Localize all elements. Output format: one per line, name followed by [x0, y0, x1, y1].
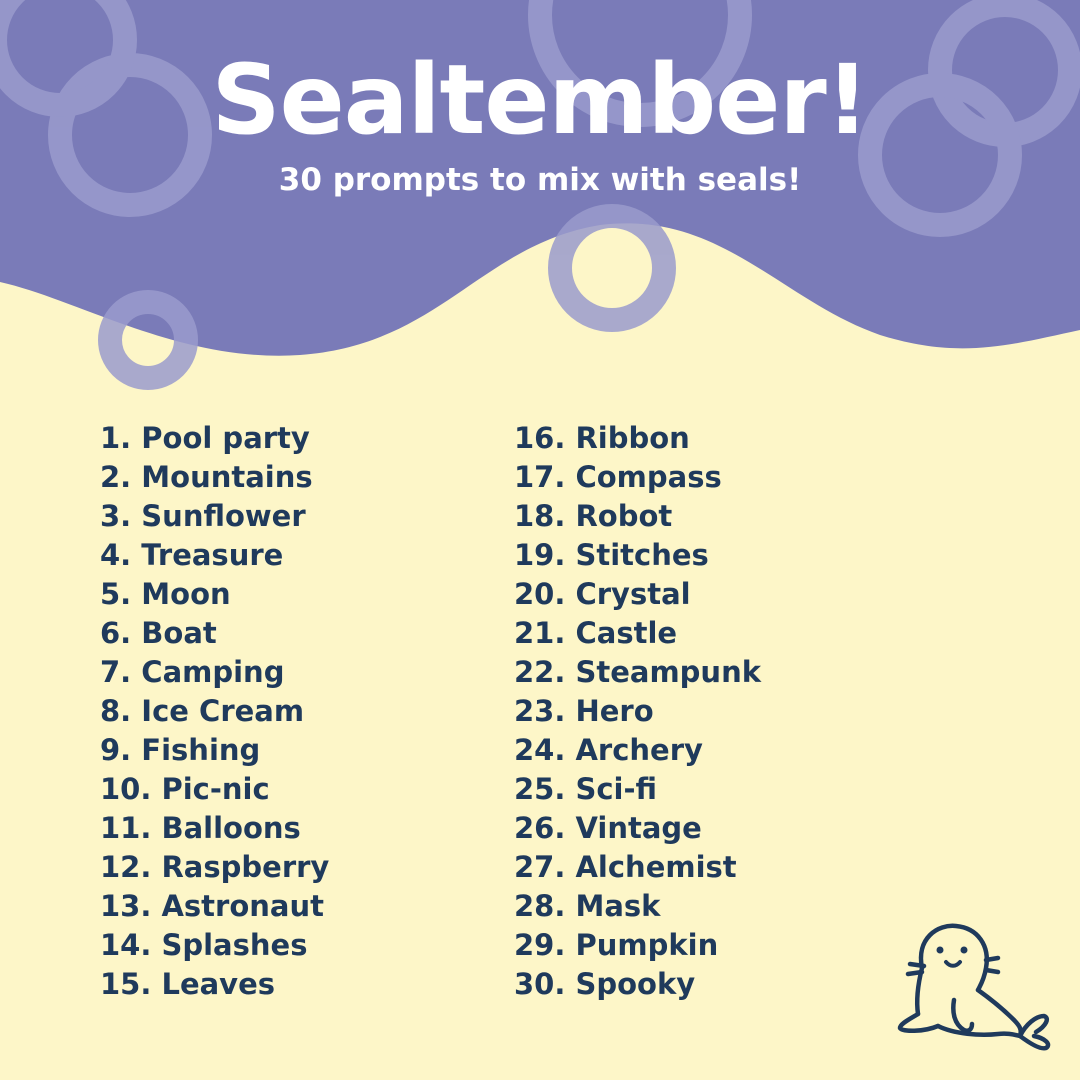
list-item: 16. Ribbon — [514, 421, 690, 455]
list-item: 3. Sunflower — [100, 499, 306, 533]
list-item: 22. Steampunk — [514, 655, 762, 689]
seal-eye-right — [960, 946, 968, 954]
list-item: 28. Mask — [514, 889, 661, 923]
list-item: 9. Fishing — [100, 733, 261, 767]
list-item: 21. Castle — [514, 616, 678, 650]
list-item: 14. Splashes — [100, 928, 308, 962]
list-item: 12. Raspberry — [100, 850, 330, 884]
prompt-list-right: 16. Ribbon 17. Compass 18. Robot 19. Sti… — [514, 419, 761, 1004]
seal-icon — [897, 923, 1051, 1051]
list-item: 19. Stitches — [514, 538, 709, 572]
list-item: 18. Robot — [514, 499, 673, 533]
list-item: 26. Vintage — [514, 811, 702, 845]
list-item: 30. Spooky — [514, 967, 696, 1001]
list-item: 15. Leaves — [100, 967, 276, 1001]
list-item: 25. Sci-fi — [514, 772, 658, 806]
list-item: 4. Treasure — [100, 538, 284, 572]
page-title: Sealtember! — [211, 44, 870, 156]
list-item: 6. Boat — [100, 616, 217, 650]
list-item: 29. Pumpkin — [514, 928, 719, 962]
list-item: 11. Balloons — [100, 811, 301, 845]
list-item: 7. Camping — [100, 655, 285, 689]
list-item: 13. Astronaut — [100, 889, 324, 923]
list-item: 27. Alchemist — [514, 850, 737, 884]
list-item: 20. Crystal — [514, 577, 691, 611]
list-item: 2. Mountains — [100, 460, 313, 494]
seal-eye-left — [936, 946, 944, 954]
list-item: 24. Archery — [514, 733, 703, 767]
list-item: 10. Pic-nic — [100, 772, 270, 806]
list-item: 8. Ice Cream — [100, 694, 305, 728]
list-item: 1. Pool party — [100, 421, 310, 455]
list-item: 17. Compass — [514, 460, 722, 494]
page-subtitle: 30 prompts to mix with seals! — [278, 162, 802, 198]
list-item: 23. Hero — [514, 694, 654, 728]
prompt-list-left: 1. Pool party 2. Mountains 3. Sunflower … — [100, 419, 329, 1004]
list-item: 5. Moon — [100, 577, 231, 611]
